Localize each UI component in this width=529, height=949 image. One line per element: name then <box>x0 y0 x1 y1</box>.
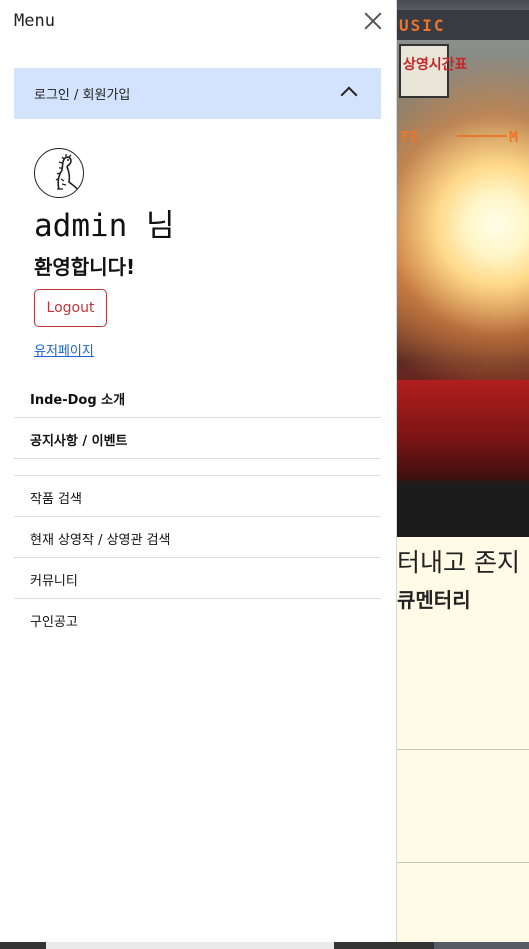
subline-fragment: 큐멘터리 <box>397 588 471 612</box>
logout-button[interactable]: Logout <box>34 289 107 327</box>
headline-fragment: 터내고 존지 <box>397 548 520 577</box>
divider <box>397 862 529 863</box>
hero-band-line <box>457 135 507 137</box>
login-signup-toggle[interactable]: 로그인 / 회원가입 <box>14 68 381 119</box>
avatar <box>34 148 84 198</box>
hero-sign-text: 상영시간표 <box>403 57 468 73</box>
login-signup-label: 로그인 / 회원가입 <box>34 88 131 103</box>
menu-item-label: 공지사항 / 이벤트 <box>30 434 128 449</box>
background-page: USIC 상영시간표 FE M 터내고 존지 큐멘터리 <box>397 0 529 949</box>
drawer-title: Menu <box>14 11 55 31</box>
menu-item-search-works[interactable]: 작품 검색 <box>14 476 381 517</box>
menu-item-now-showing[interactable]: 현재 상영작 / 상영관 검색 <box>14 517 381 558</box>
menu-item-jobs[interactable]: 구인공고 <box>14 599 381 640</box>
footer-strip <box>0 942 529 949</box>
menu-item-about[interactable]: Inde-Dog 소개 <box>14 377 381 418</box>
primary-menu: Inde-Dog 소개 공지사항 / 이벤트 작품 검색 현재 상영작 / 상영… <box>14 377 381 640</box>
welcome-message: 환영합니다! <box>34 255 136 279</box>
close-icon[interactable] <box>362 10 384 32</box>
menu-divider <box>14 459 381 476</box>
menu-item-label: Inde-Dog 소개 <box>30 393 126 408</box>
user-name: admin 님 <box>34 208 175 244</box>
hero-band-mid: FE M <box>397 126 529 146</box>
hero-band-top-text: USIC <box>399 16 446 35</box>
menu-item-label: 현재 상영작 / 상영관 검색 <box>30 533 171 548</box>
menu-item-label: 커뮤니티 <box>30 574 78 589</box>
menu-item-community[interactable]: 커뮤니티 <box>14 558 381 599</box>
menu-item-notices[interactable]: 공지사항 / 이벤트 <box>14 418 381 459</box>
side-menu-drawer: Menu 로그인 / 회원가입 admin 님 환영합니다! Logout 유저… <box>0 0 397 942</box>
menu-item-label: 작품 검색 <box>30 492 82 507</box>
footer-segment <box>46 942 334 949</box>
hero-seats <box>397 380 529 480</box>
hero-band-mid-right: M <box>509 128 519 146</box>
hero-band-top: USIC <box>397 10 529 40</box>
user-page-link[interactable]: 유저페이지 <box>34 340 94 359</box>
hero-bottom-strip <box>397 484 529 537</box>
footer-segment <box>434 942 529 949</box>
menu-item-label: 구인공고 <box>30 615 78 630</box>
hero-band-mid-left: FE <box>401 128 420 146</box>
dinosaur-avatar-icon <box>55 154 78 190</box>
divider <box>397 749 529 750</box>
hero-sign: 상영시간표 <box>399 44 467 98</box>
chevron-up-icon <box>340 86 358 104</box>
